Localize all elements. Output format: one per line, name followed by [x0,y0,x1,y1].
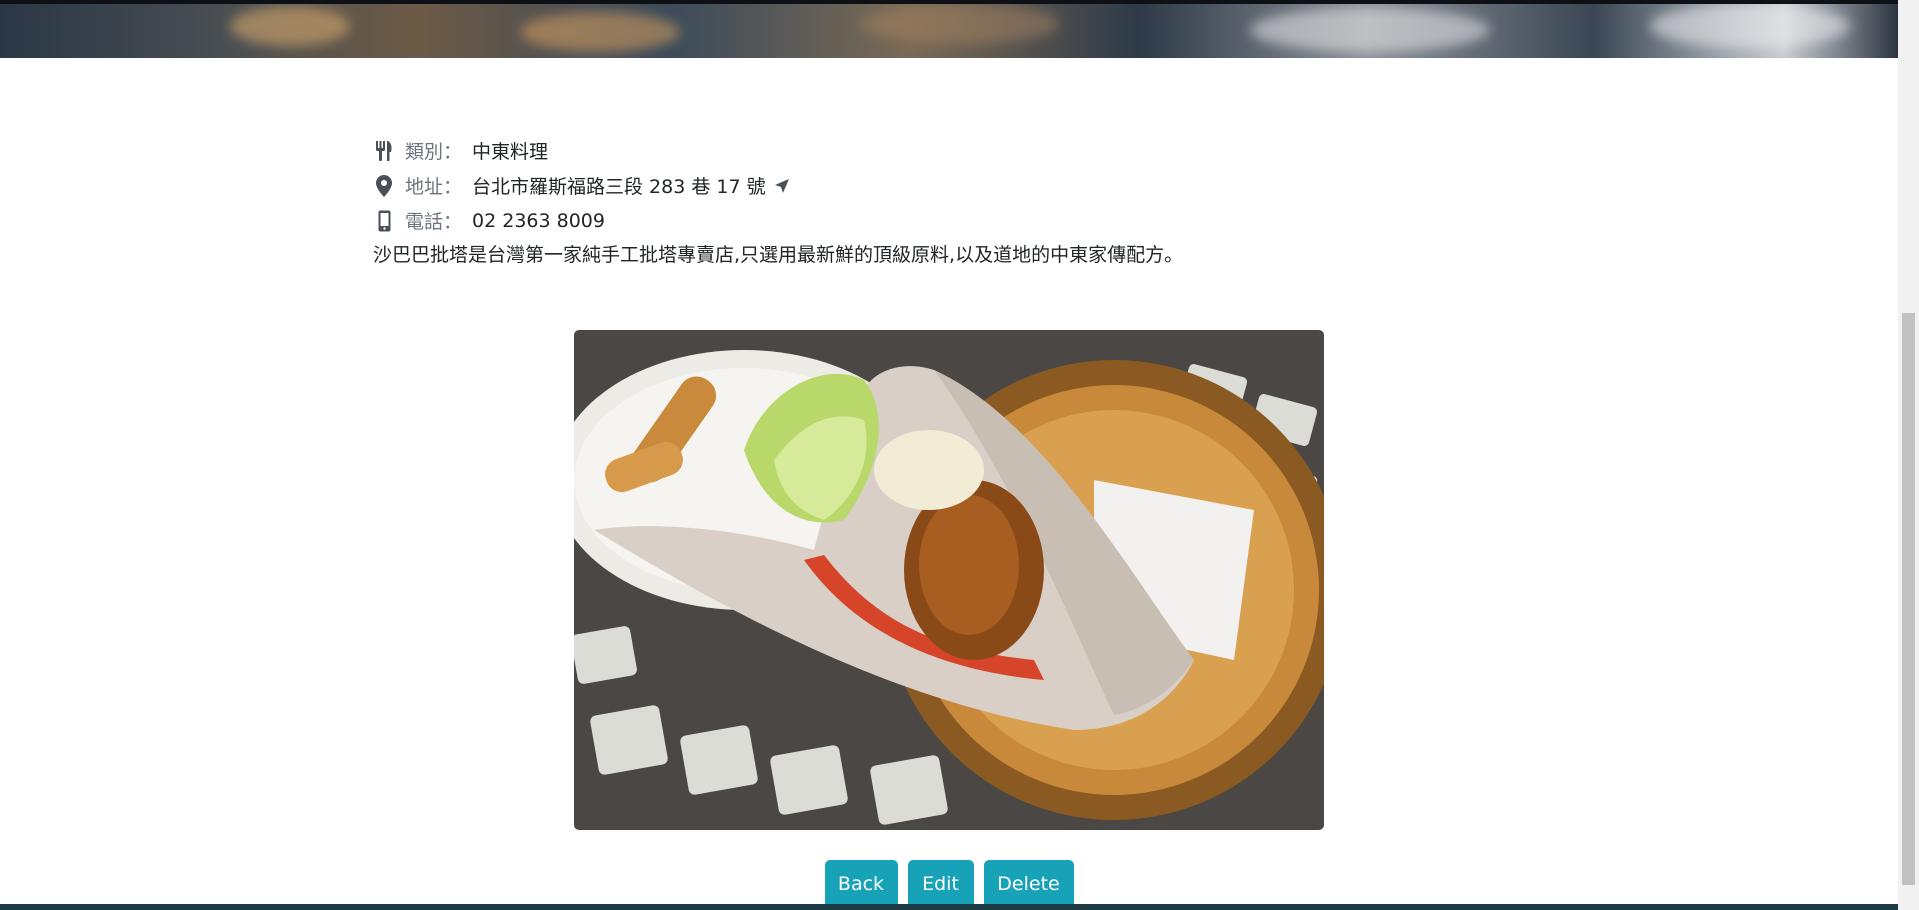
delete-button[interactable]: Delete [983,860,1074,908]
category-label: 類別： [405,141,463,163]
scrollbar-thumb[interactable] [1902,313,1915,885]
scrollbar[interactable] [1898,0,1919,910]
back-button[interactable]: Back [824,860,898,908]
utensils-icon [373,140,395,162]
restaurant-description: 沙巴巴批塔是台灣第一家純手工批塔專賣店,只選用最新鮮的頂級原料,以及道地的中東家… [373,244,1184,266]
phone-value: 02 2363 8009 [472,209,605,232]
address-row: 地址： 台北市羅斯福路三段 283 巷 17 號 [373,168,1573,203]
phone-label: 電話： [405,211,463,233]
address-value: 台北市羅斯福路三段 283 巷 17 號 [472,176,766,198]
edit-button[interactable]: Edit [907,860,974,908]
hero-banner [0,0,1898,58]
location-arrow-icon[interactable] [774,178,790,194]
map-marker-icon [373,174,395,197]
address-label: 地址： [405,176,463,198]
restaurant-details: 類別： 中東料理 地址： 台北市羅斯福路三段 283 巷 17 號 電話： 02… [373,133,1573,270]
restaurant-photo [574,330,1324,830]
footer-strip [0,904,1898,910]
mobile-phone-icon [373,210,395,232]
category-row: 類別： 中東料理 [373,133,1573,168]
category-value: 中東料理 [472,141,549,163]
phone-row: 電話： 02 2363 8009 [373,203,1573,238]
action-buttons: Back Edit Delete [0,860,1898,908]
